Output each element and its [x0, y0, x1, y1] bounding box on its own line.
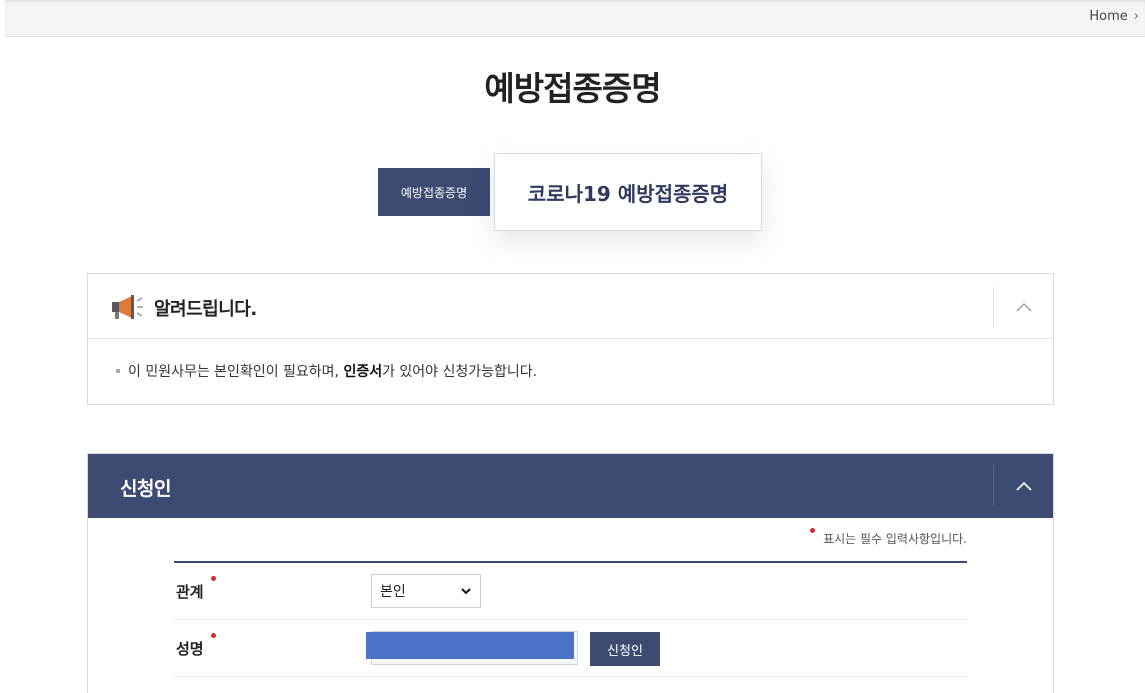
name-label-text: 성명 — [176, 640, 204, 658]
notice-text-part: 이 민원사무는 본인확인이 필요하며, — [128, 364, 344, 380]
name-label: 성명 — [176, 633, 216, 659]
relation-label: 관계 — [176, 576, 216, 602]
chevron-right-icon: › — [1133, 9, 1139, 24]
notice-text: 이 민원사무는 본인확인이 필요하며, 인증서가 있어야 신청가능합니다. — [128, 361, 537, 381]
form-row-name: 성명 신청인 — [174, 620, 967, 677]
form-row-relation: 관계 본인 — [174, 563, 967, 620]
megaphone-icon — [112, 295, 143, 319]
breadcrumb: Home › — [1089, 9, 1139, 24]
bullet-icon — [116, 369, 120, 373]
applicant-title: 신청인 — [120, 478, 171, 500]
page-title: 예방접종증명 — [484, 69, 661, 108]
notice-header: 알려드립니다. — [88, 274, 1053, 339]
applicant-button[interactable]: 신청인 — [590, 632, 660, 666]
tab-vaccination-certificate[interactable]: 예방접종증명 — [378, 168, 490, 216]
relation-select-value: 본인 — [380, 584, 406, 600]
notice-title: 알려드립니다. — [154, 299, 257, 320]
breadcrumb-home-link[interactable]: Home — [1089, 9, 1127, 24]
notice-collapse-button[interactable] — [993, 286, 1053, 328]
tab-covid19-vaccination-certificate[interactable]: 코로나19 예방접종증명 — [494, 153, 762, 231]
applicant-form: 관계 본인 성명 신청인 — [174, 561, 967, 677]
applicant-header: 신청인 — [88, 454, 1053, 518]
chevron-down-icon — [461, 588, 471, 595]
notice-text-bold: 인증서 — [343, 364, 383, 380]
required-dot-icon — [210, 633, 216, 638]
chevron-up-icon — [1016, 303, 1031, 312]
applicant-collapse-button[interactable] — [993, 465, 1053, 507]
top-bar: Home › — [5, 0, 1145, 37]
notice-text-part: 가 있어야 신청가능합니다. — [382, 364, 538, 380]
relation-label-text: 관계 — [176, 583, 204, 601]
chevron-up-icon — [1015, 481, 1032, 491]
required-note-text: 표시는 필수 입력사항입니다. — [823, 532, 967, 546]
applicant-panel: 신청인 표시는 필수 입력사항입니다. 관계 본인 성명 신청인 — [87, 453, 1054, 693]
required-note: 표시는 필수 입력사항입니다. — [810, 528, 967, 547]
relation-select[interactable]: 본인 — [371, 574, 481, 608]
notice-panel: 알려드립니다. 이 민원사무는 본인확인이 필요하며, 인증서가 있어야 신청가… — [87, 273, 1054, 405]
redacted-name-block — [366, 632, 574, 659]
required-dot-icon — [810, 528, 816, 533]
notice-body: 이 민원사무는 본인확인이 필요하며, 인증서가 있어야 신청가능합니다. — [88, 339, 1053, 403]
required-dot-icon — [210, 576, 216, 581]
